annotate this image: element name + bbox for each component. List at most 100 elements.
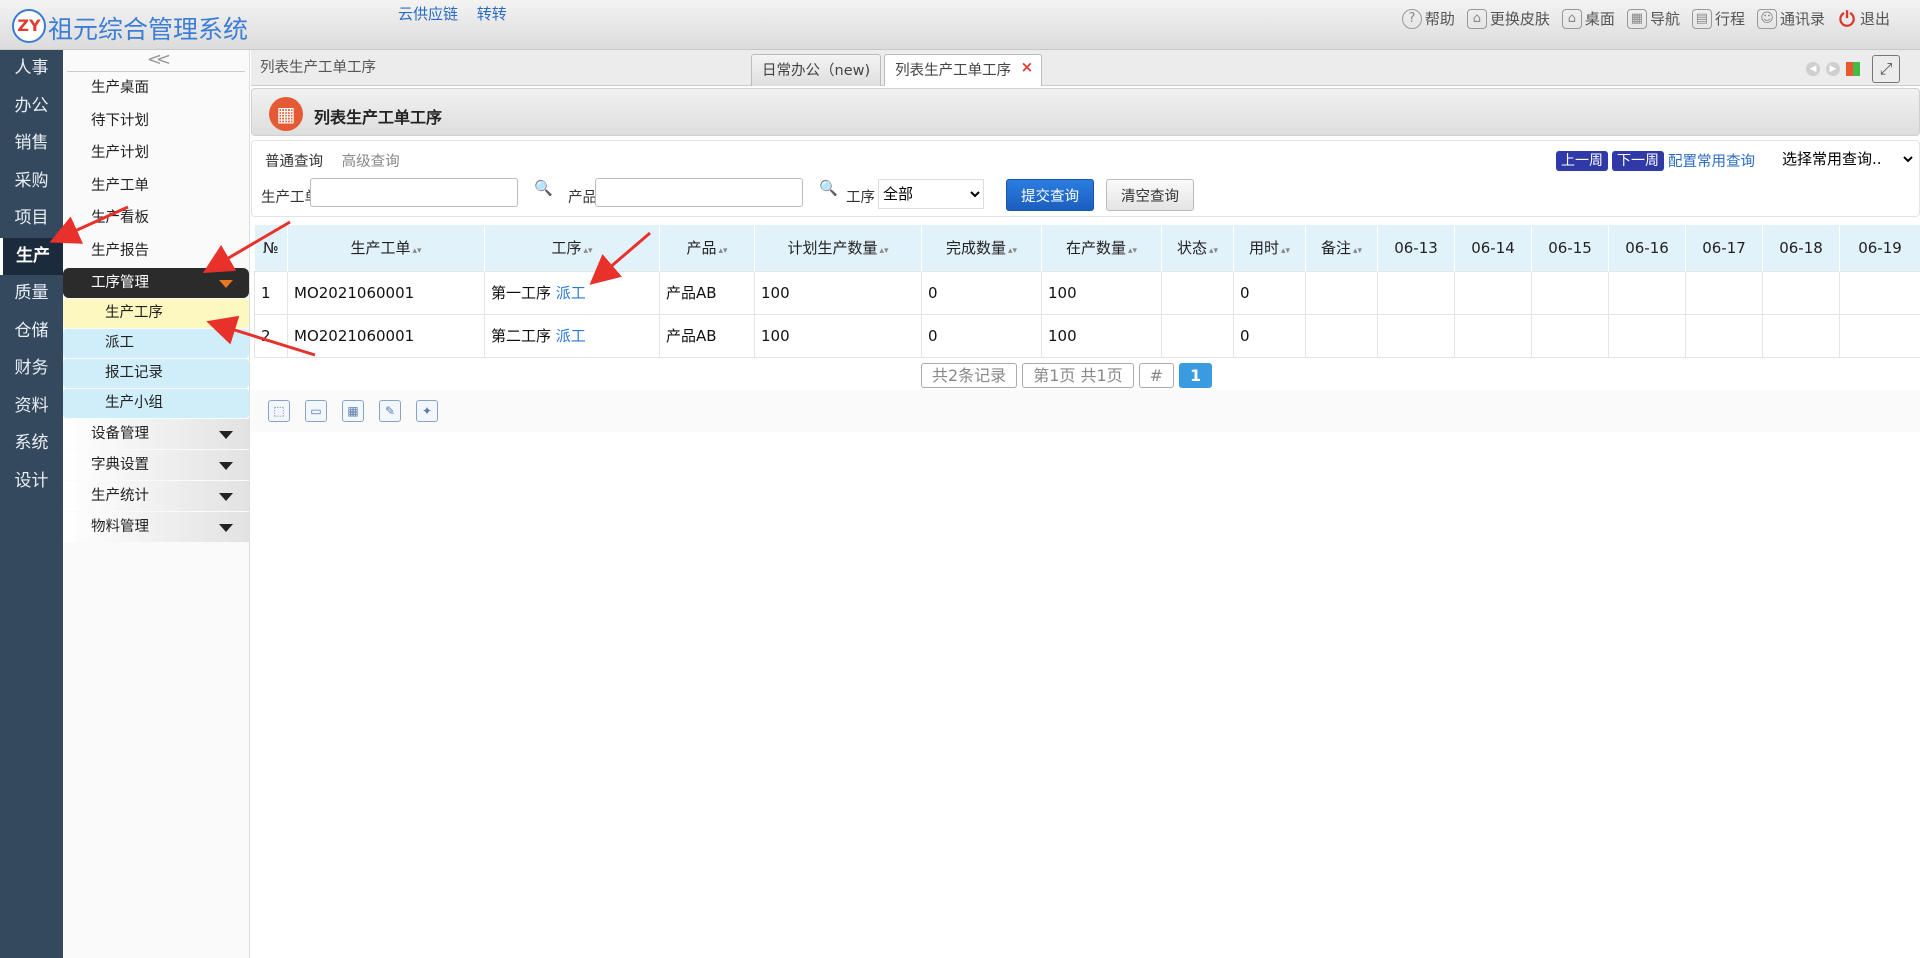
nav-project[interactable]: 项目 <box>0 200 63 238</box>
process-select[interactable]: 全部 <box>878 179 984 209</box>
submenu-work-orders[interactable]: 生产工单 <box>63 170 249 203</box>
page-header: ▦ 列表生产工单工序 <box>251 88 1920 136</box>
nav-purchase[interactable]: 采购 <box>0 163 63 201</box>
nav-hr[interactable]: 人事 <box>0 50 63 88</box>
advanced-search-tab[interactable]: 高级查询 <box>342 154 400 170</box>
supply-chain-link[interactable]: 云供应链 <box>398 5 458 23</box>
product-input[interactable] <box>595 178 803 207</box>
submenu-group-materials[interactable]: 物料管理 <box>63 512 249 542</box>
main-nav: 人事 办公 销售 采购 项目 生产 质量 仓储 财务 资料 系统 设计 <box>0 50 63 958</box>
submenu-kanban[interactable]: 生产看板 <box>63 202 249 235</box>
submenu-pending-plans[interactable]: 待下计划 <box>63 105 249 138</box>
prev-week-button[interactable]: 上一周 <box>1556 150 1608 171</box>
fullscreen-icon[interactable]: ⤢ <box>1872 55 1900 83</box>
clear-query-button[interactable]: 清空查询 <box>1106 179 1194 211</box>
tab-menu-icon[interactable] <box>1846 62 1860 76</box>
order-input[interactable] <box>310 178 518 207</box>
submenu-production-plans[interactable]: 生产计划 <box>63 137 249 170</box>
col-order[interactable]: 生产工单 ▴▾ <box>287 225 485 271</box>
calendar-icon: ▤ <box>1691 8 1712 29</box>
scroll-right-icon[interactable]: ▶ <box>1826 62 1840 76</box>
col-done[interactable]: 完成数量 ▴▾ <box>921 225 1042 271</box>
contacts-label: 通讯录 <box>1779 10 1825 28</box>
nav-production[interactable]: 生产 <box>0 237 63 275</box>
table-view-icon[interactable]: ▦ <box>342 400 364 422</box>
submenu-production-process[interactable]: 生产工序 <box>63 299 249 328</box>
nav-office[interactable]: 办公 <box>0 88 63 126</box>
submenu-report-records[interactable]: 报工记录 <box>63 359 249 388</box>
tab-bar: 列表生产工单工序 日常办公（new) 列表生产工单工序 × ◀ ▶ ⤢ <box>251 50 1920 86</box>
nav-system[interactable]: 系统 <box>0 425 63 463</box>
zhuanzhuan-link[interactable]: 转转 <box>477 5 507 23</box>
collapse-menu-button[interactable]: << <box>67 50 245 72</box>
search-panel: 普通查询 高级查询 上一周 下一周 配置常用查询 选择常用查询.. 生产工单 🔍… <box>251 140 1920 217</box>
sort-icon: ▴▾ <box>1127 246 1138 257</box>
tab-process-list[interactable]: 列表生产工单工序 × <box>884 51 1043 86</box>
submenu-group-equipment[interactable]: 设备管理 <box>63 419 249 449</box>
pager-current-page[interactable]: 1 <box>1179 363 1213 388</box>
table-row[interactable]: 2 MO2021060001 第二工序 派工 产品AB 100 0 100 0 <box>254 313 1920 358</box>
pager-total: 共2条记录 <box>921 363 1018 388</box>
caret-down-icon <box>219 280 233 288</box>
contacts-button[interactable]: ☺ 通讯录 <box>1756 8 1825 29</box>
col-process[interactable]: 工序 ▴▾ <box>484 225 660 271</box>
week-controls: 上一周 下一周 配置常用查询 <box>1556 150 1755 171</box>
col-wip[interactable]: 在产数量 ▴▾ <box>1041 225 1162 271</box>
desktop-button[interactable]: ⌂ 桌面 <box>1561 8 1615 29</box>
close-icon[interactable]: × <box>1021 51 1034 83</box>
pager-jump-button[interactable]: # <box>1138 363 1175 388</box>
nav-warehouse[interactable]: 仓储 <box>0 313 63 351</box>
sort-icon: ▴▾ <box>1280 246 1291 257</box>
submenu-group-dictionary[interactable]: 字典设置 <box>63 450 249 480</box>
cell-product: 产品AB <box>659 270 755 315</box>
export-icon[interactable]: ✦ <box>416 400 438 422</box>
edit-icon[interactable]: ✎ <box>379 400 401 422</box>
submenu-group-process-management[interactable]: 工序管理 <box>63 268 249 298</box>
power-icon: ⏻ <box>1839 6 1855 31</box>
table-row[interactable]: 1 MO2021060001 第一工序 派工 产品AB 100 0 100 0 <box>254 270 1920 315</box>
config-query-link[interactable]: 配置常用查询 <box>1668 150 1755 171</box>
cell-date <box>1685 270 1763 315</box>
new-document-icon[interactable]: ▭ <box>305 400 327 422</box>
col-status[interactable]: 状态 ▴▾ <box>1161 225 1234 271</box>
col-product[interactable]: 产品 ▴▾ <box>659 225 755 271</box>
col-label: 用时 <box>1248 239 1279 258</box>
cell-time: 0 <box>1233 270 1306 315</box>
nav-design[interactable]: 设计 <box>0 463 63 501</box>
logout-button[interactable]: ⏻ 退出 <box>1837 8 1890 29</box>
search-icon[interactable]: 🔍 <box>534 179 554 199</box>
dispatch-link[interactable]: 派工 <box>556 327 586 345</box>
search-icon[interactable]: 🔍 <box>819 179 839 199</box>
cell-wip: 100 <box>1041 313 1162 358</box>
scroll-left-icon[interactable]: ◀ <box>1806 62 1820 76</box>
col-planned[interactable]: 计划生产数量 ▴▾ <box>754 225 922 271</box>
col-remark[interactable]: 备注 ▴▾ <box>1305 225 1378 271</box>
col-label: 状态 <box>1176 239 1207 258</box>
submit-query-button[interactable]: 提交查询 <box>1006 179 1094 211</box>
cell-date <box>1762 270 1840 315</box>
next-week-button[interactable]: 下一周 <box>1612 150 1664 171</box>
submenu-production-report[interactable]: 生产报告 <box>63 235 249 268</box>
cell-date <box>1454 270 1532 315</box>
nav-finance[interactable]: 财务 <box>0 350 63 388</box>
submenu-dispatch[interactable]: 派工 <box>63 329 249 358</box>
submenu-group-statistics[interactable]: 生产统计 <box>63 481 249 511</box>
help-label: 帮助 <box>1424 10 1455 28</box>
dispatch-link[interactable]: 派工 <box>556 284 586 302</box>
help-button[interactable]: ? 帮助 <box>1401 8 1455 29</box>
normal-search-tab[interactable]: 普通查询 <box>265 154 323 170</box>
navigation-button[interactable]: ▦ 导航 <box>1626 8 1680 29</box>
nav-sales[interactable]: 销售 <box>0 125 63 163</box>
submenu-production-team[interactable]: 生产小组 <box>63 389 249 418</box>
nav-data[interactable]: 资料 <box>0 388 63 426</box>
bottom-toolbar: ⬚ ▭ ▦ ✎ ✦ <box>251 390 1920 432</box>
select-area-icon[interactable]: ⬚ <box>268 400 290 422</box>
col-label: 计划生产数量 <box>787 239 878 258</box>
saved-query-select[interactable]: 选择常用查询.. <box>1778 147 1916 171</box>
change-skin-button[interactable]: ⌂ 更换皮肤 <box>1466 8 1550 29</box>
submenu-production-desktop[interactable]: 生产桌面 <box>63 72 249 105</box>
schedule-button[interactable]: ▤ 行程 <box>1691 8 1745 29</box>
tab-daily-office[interactable]: 日常办公（new) <box>751 54 882 86</box>
col-time[interactable]: 用时 ▴▾ <box>1233 225 1306 271</box>
nav-quality[interactable]: 质量 <box>0 275 63 313</box>
